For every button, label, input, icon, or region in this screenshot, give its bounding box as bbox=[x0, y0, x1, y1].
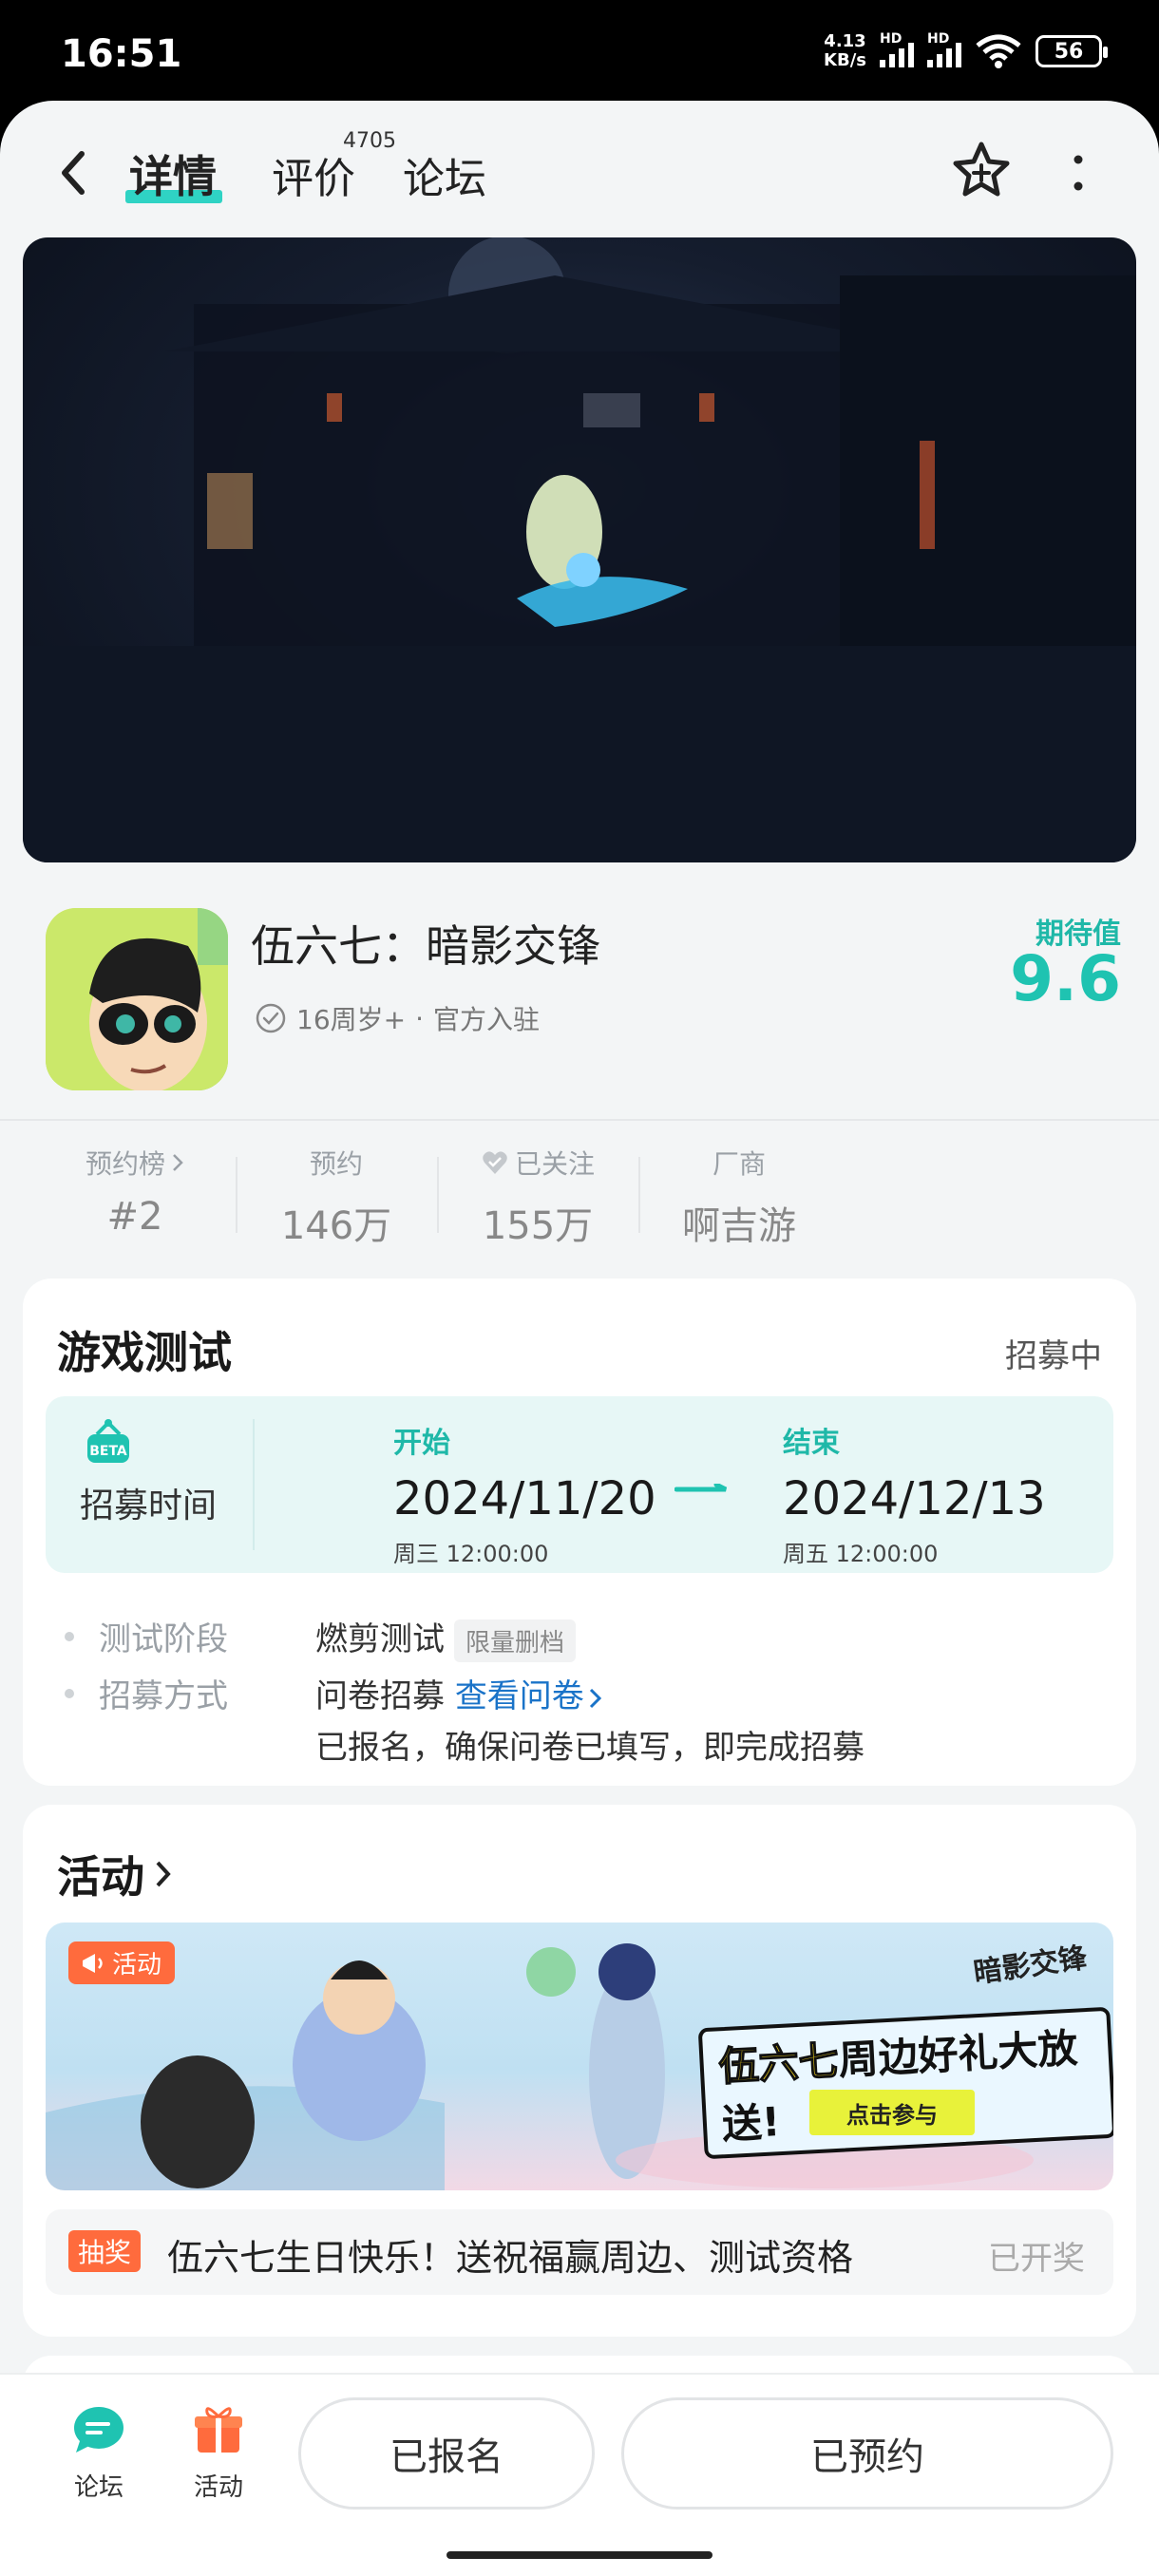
recruit-status: 招募中 bbox=[1005, 1337, 1102, 1375]
stat-rank[interactable]: 预约榜 #2 bbox=[34, 1144, 236, 1258]
more-icon[interactable] bbox=[1069, 152, 1088, 194]
banner-join-button[interactable]: 点击参与 bbox=[809, 2090, 975, 2135]
chevron-right-icon bbox=[156, 1861, 171, 1887]
expectation-score: 9.6 bbox=[1010, 942, 1121, 1015]
phase-tag: 限量删档 bbox=[454, 1619, 577, 1662]
activity-title[interactable]: 活动 bbox=[57, 1843, 173, 1905]
method-value: 问卷招募 查看问卷 bbox=[315, 1670, 603, 1716]
age-rating: 16周岁+ bbox=[296, 1004, 407, 1035]
recruit-time-box: BETA 招募时间 开始 2024/11/20 周三 12:00:00 结束 2… bbox=[46, 1396, 1113, 1573]
network-speed: 4.13 KB/s bbox=[824, 31, 866, 70]
battery-icon: 56 bbox=[1036, 35, 1108, 67]
lottery-tag: 抽奖 bbox=[68, 2230, 142, 2272]
chat-bubble-icon bbox=[74, 2407, 124, 2453]
svg-text:BETA: BETA bbox=[89, 1444, 127, 1459]
clock: 16:51 bbox=[61, 32, 182, 76]
bottom-bar: 论坛 活动 已报名 已预约 bbox=[0, 2373, 1159, 2576]
heart-check-icon bbox=[483, 1151, 507, 1174]
recruit-time-label: 招募时间 bbox=[80, 1487, 218, 1525]
end-time: 结束 2024/12/13 周五 12:00:00 bbox=[783, 1427, 1046, 1567]
activity-nav[interactable]: 活动 bbox=[171, 2403, 266, 2503]
megaphone-icon bbox=[83, 1953, 103, 1973]
game-test-card: 游戏测试 招募中 BETA 招募时间 开始 2024/11/20 周三 12:0… bbox=[23, 1279, 1136, 1786]
forum-nav[interactable]: 论坛 bbox=[51, 2403, 146, 2503]
wifi-icon bbox=[976, 34, 1021, 68]
game-scene-image bbox=[23, 237, 1136, 862]
gift-icon bbox=[195, 2407, 242, 2453]
status-icons: 4.13 KB/s HD HD 56 bbox=[824, 31, 1108, 70]
signal-icon: HD bbox=[880, 31, 914, 67]
method-note: 已报名，确保问卷已填写，即完成招募 bbox=[315, 1729, 864, 1767]
game-meta: 16周岁+ · 官方入驻 bbox=[255, 999, 540, 1037]
reserved-button[interactable]: 已预约 bbox=[621, 2397, 1113, 2510]
start-time: 开始 2024/11/20 周三 12:00:00 bbox=[393, 1427, 656, 1567]
stat-followers[interactable]: 已关注 155万 bbox=[437, 1144, 638, 1258]
lottery-text: 伍六七生日快乐！送祝福赢周边、测试资格 bbox=[167, 2237, 854, 2279]
activity-card: 活动 活动 暗影交锋 伍六七周边好礼大放送! 点击参与 抽奖 伍六七生日快乐！送… bbox=[23, 1805, 1136, 2337]
method-label: 招募方式 bbox=[99, 1677, 228, 1715]
tab-details[interactable]: 详情 bbox=[129, 142, 217, 205]
chevron-right-icon bbox=[589, 1688, 601, 1708]
game-title: 伍六七：暗影交锋 bbox=[251, 920, 600, 972]
star-icon[interactable] bbox=[948, 137, 1015, 203]
meta-separator: · bbox=[415, 1002, 424, 1034]
signed-up-button[interactable]: 已报名 bbox=[298, 2397, 595, 2510]
review-count-badge: 4705 bbox=[343, 129, 396, 153]
status-bar: 16:51 4.13 KB/s HD HD 56 bbox=[0, 0, 1159, 103]
activity-banner[interactable]: 活动 暗影交锋 伍六七周边好礼大放送! 点击参与 bbox=[46, 1923, 1113, 2190]
stat-developer[interactable]: 厂商 啊吉游 bbox=[638, 1144, 840, 1258]
stats-row: 预约榜 #2 预约 146万 已关注 155万 厂商 啊吉游 bbox=[34, 1144, 840, 1258]
lottery-item[interactable]: 抽奖 伍六七生日快乐！送祝福赢周边、测试资格 已开奖 bbox=[46, 2209, 1113, 2295]
card-title: 游戏测试 bbox=[57, 1327, 232, 1378]
tab-reviews[interactable]: 评价 bbox=[272, 144, 355, 205]
tab-forum[interactable]: 论坛 bbox=[403, 144, 486, 205]
divider bbox=[0, 1119, 1159, 1121]
activity-badge: 活动 bbox=[68, 1941, 176, 1984]
verified-icon bbox=[256, 1003, 286, 1033]
official-label: 官方入驻 bbox=[433, 1004, 541, 1035]
beta-icon: BETA bbox=[87, 1419, 129, 1463]
arrow-right-icon bbox=[674, 1484, 728, 1492]
home-indicator bbox=[446, 2551, 712, 2559]
phase-value: 燃剪测试 限量删档 bbox=[315, 1613, 577, 1662]
chevron-right-icon bbox=[173, 1154, 183, 1171]
app-screen: 详情 评价 4705 论坛 伍六七：暗影交锋 16周岁+ · 官方入驻 期待值 … bbox=[0, 101, 1159, 2576]
lottery-status: 已开奖 bbox=[988, 2240, 1085, 2278]
banner-slogan: 伍六七周边好礼大放送! bbox=[697, 2006, 1113, 2160]
game-video[interactable] bbox=[23, 237, 1136, 862]
view-questionnaire-link[interactable]: 查看问卷 bbox=[455, 1677, 603, 1715]
signal-icon: HD bbox=[927, 31, 961, 67]
top-nav: 详情 评价 4705 论坛 bbox=[0, 101, 1159, 234]
back-icon[interactable] bbox=[55, 144, 93, 201]
game-icon bbox=[46, 908, 228, 1090]
phase-label: 测试阶段 bbox=[99, 1620, 228, 1658]
stat-reservations: 预约 146万 bbox=[236, 1144, 437, 1258]
